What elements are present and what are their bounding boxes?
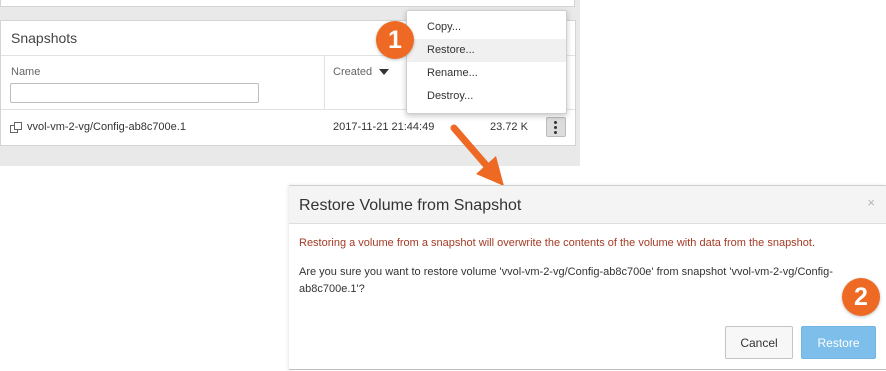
- kebab-menu-icon: [554, 131, 557, 134]
- dialog-header: Restore Volume from Snapshot ×: [289, 186, 886, 224]
- dialog-title: Restore Volume from Snapshot: [299, 197, 522, 214]
- column-header-created[interactable]: Created: [333, 66, 372, 78]
- close-icon[interactable]: ×: [867, 195, 875, 210]
- menu-item-copy[interactable]: Copy...: [407, 16, 566, 39]
- restore-dialog: Restore Volume from Snapshot × Restoring…: [289, 185, 886, 371]
- menu-item-rename[interactable]: Rename...: [407, 62, 566, 85]
- snapshot-name: vvol-vm-2-vg/Config-ab8c700e.1: [27, 121, 186, 133]
- row-actions-button[interactable]: [546, 117, 566, 137]
- menu-item-destroy[interactable]: Destroy...: [407, 85, 566, 108]
- cancel-button[interactable]: Cancel: [725, 326, 793, 359]
- kebab-menu-icon: [554, 126, 557, 129]
- snapshot-icon: [10, 122, 22, 133]
- kebab-menu-icon: [554, 121, 557, 124]
- dialog-warning: Restoring a volume from a snapshot will …: [299, 237, 816, 249]
- dialog-question: Are you sure you want to restore volume …: [299, 266, 833, 295]
- restore-button[interactable]: Restore: [801, 326, 876, 359]
- sort-desc-icon[interactable]: [379, 69, 389, 75]
- column-header-name[interactable]: Name: [11, 66, 40, 78]
- name-filter-input[interactable]: [10, 83, 259, 103]
- row-context-menu: Copy... Restore... Rename... Destroy...: [406, 10, 567, 114]
- menu-item-restore[interactable]: Restore...: [407, 39, 566, 62]
- column-divider: [324, 56, 325, 109]
- step-2-callout: 2: [842, 278, 880, 316]
- panel-title: Snapshots: [11, 30, 78, 46]
- snapshot-created: 2017-11-21 21:44:49: [333, 121, 435, 133]
- previous-panel-edge: [0, 0, 575, 7]
- step-1-callout: 1: [376, 21, 414, 59]
